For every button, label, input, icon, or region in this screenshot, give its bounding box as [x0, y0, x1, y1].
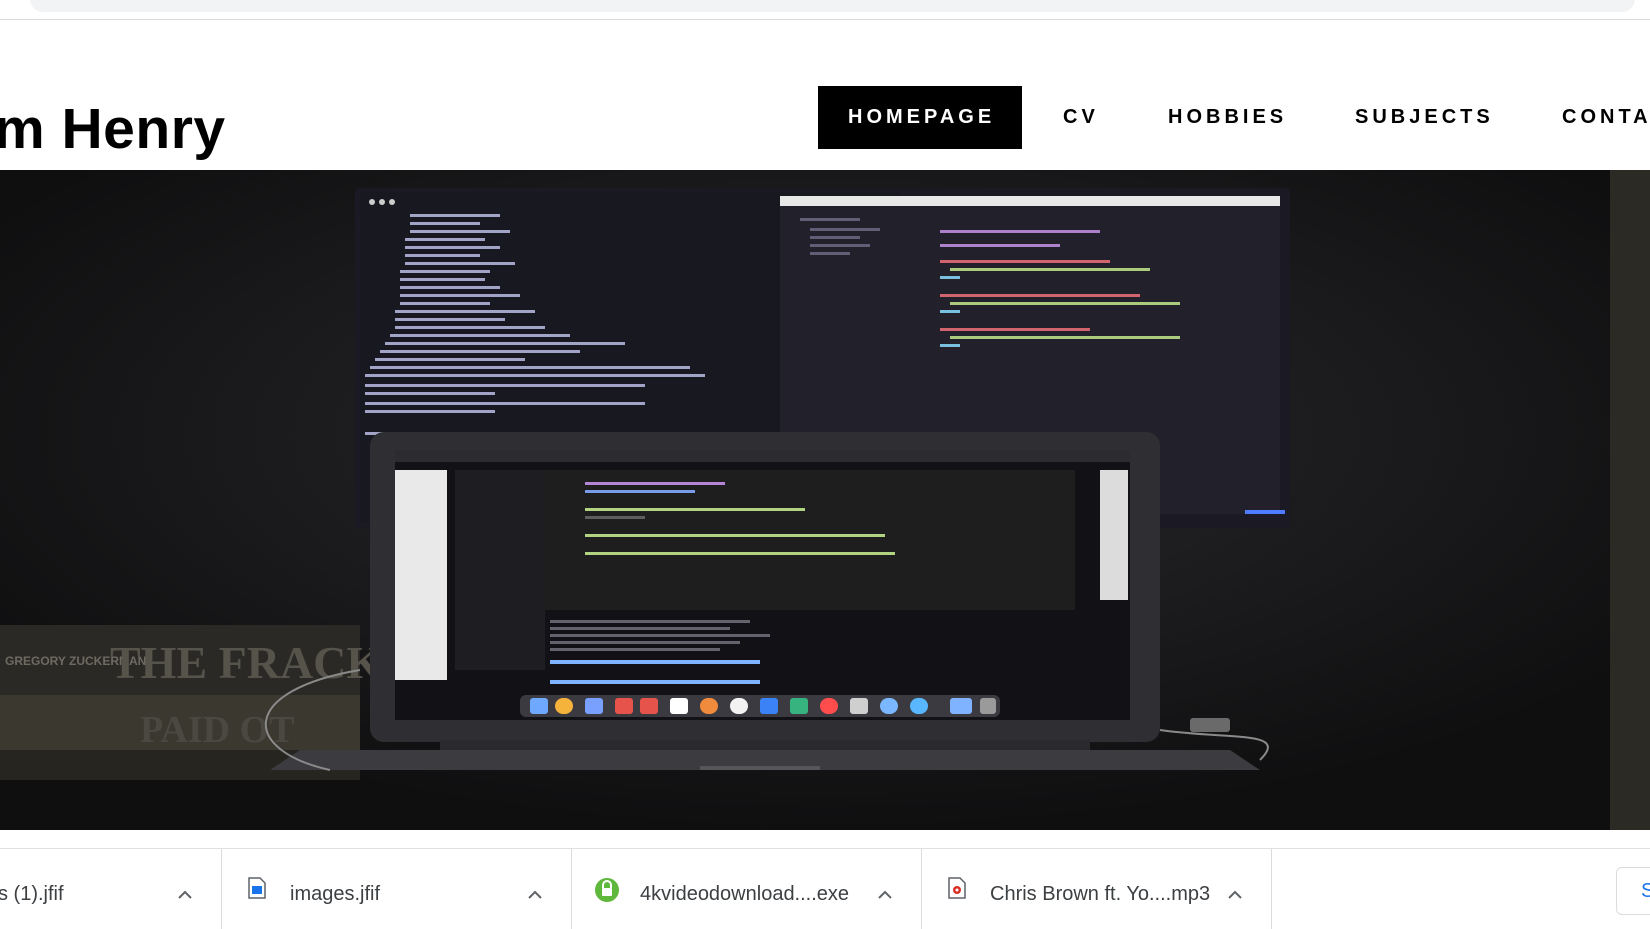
nav-subjects[interactable]: SUBJECTS [1325, 86, 1524, 149]
show-all-label: S [1641, 880, 1650, 902]
book-title: THE FRACKE [110, 637, 413, 688]
download-item[interactable]: s (1).jfif [0, 849, 222, 929]
download-item[interactable]: 4kvideodownload....exe [572, 849, 922, 929]
hero-image: GREGORY ZUCKERMAN THE FRACKE PAID OT [0, 170, 1650, 830]
chevron-up-icon[interactable] [175, 885, 195, 905]
download-filename: s (1).jfif [0, 883, 64, 905]
installer-icon [595, 878, 619, 902]
address-field[interactable] [30, 0, 1635, 12]
nav-hobbies[interactable]: HOBBIES [1138, 86, 1317, 149]
laptop [270, 432, 1260, 770]
download-item[interactable]: images.jfif [222, 849, 572, 929]
download-item[interactable]: Chris Brown ft. Yo....mp3 [922, 849, 1272, 929]
download-filename: images.jfif [290, 883, 381, 905]
nav-contact[interactable]: CONTA [1532, 86, 1650, 149]
site-title: m Henry [0, 97, 226, 161]
book-title-2: PAID OT [140, 709, 294, 751]
chevron-up-icon[interactable] [525, 885, 545, 905]
browser-address-bar [0, 0, 1650, 20]
audio-file-icon [948, 877, 966, 899]
download-filename: 4kvideodownload....exe [640, 883, 850, 905]
show-all-button[interactable]: S [1616, 867, 1650, 915]
image-file-icon [248, 877, 266, 899]
chevron-up-icon[interactable] [875, 885, 895, 905]
hero-illustration: GREGORY ZUCKERMAN THE FRACKE PAID OT [0, 170, 1650, 830]
download-filename: Chris Brown ft. Yo....mp3 [990, 883, 1211, 905]
nav-cv[interactable]: CV [1033, 86, 1129, 149]
nav-homepage[interactable]: HOMEPAGE [818, 86, 1022, 149]
download-shelf: s (1).jfif images.jfif 4kvideodownload..… [0, 848, 1650, 929]
chevron-up-icon[interactable] [1225, 885, 1245, 905]
